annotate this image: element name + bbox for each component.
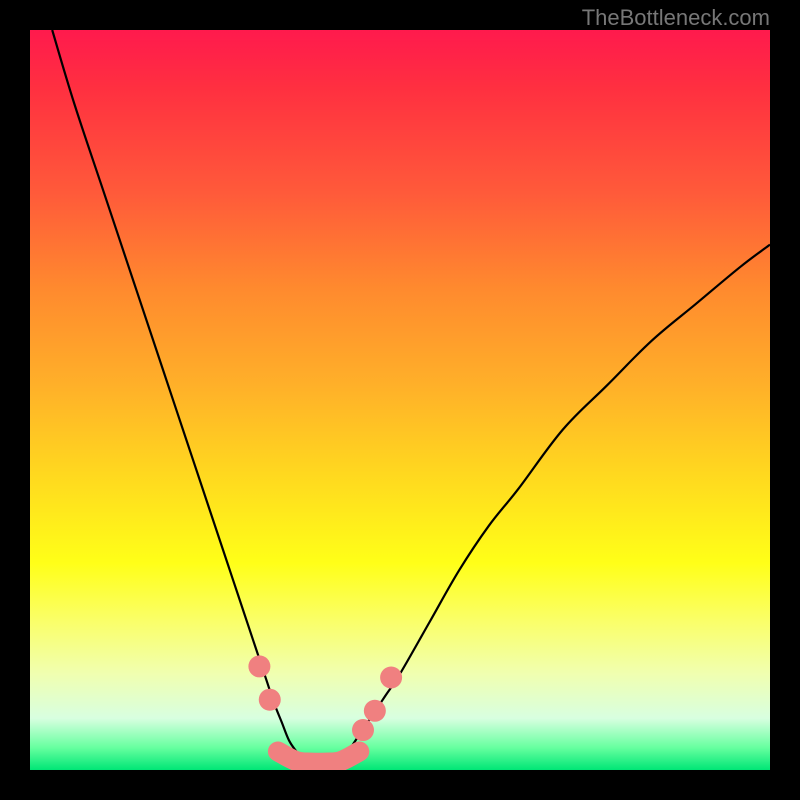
valley-floor <box>278 752 359 763</box>
right-tick-1 <box>352 719 374 741</box>
left-tick-2 <box>259 689 281 711</box>
attribution-text: TheBottleneck.com <box>582 5 770 31</box>
left-curve <box>52 30 296 752</box>
curve-layer <box>30 30 770 770</box>
plot-area <box>30 30 770 770</box>
right-tick-3 <box>380 667 402 689</box>
chart-container: TheBottleneck.com <box>0 0 800 800</box>
right-tick-2 <box>364 700 386 722</box>
left-tick-1 <box>248 655 270 677</box>
right-curve <box>348 245 770 752</box>
